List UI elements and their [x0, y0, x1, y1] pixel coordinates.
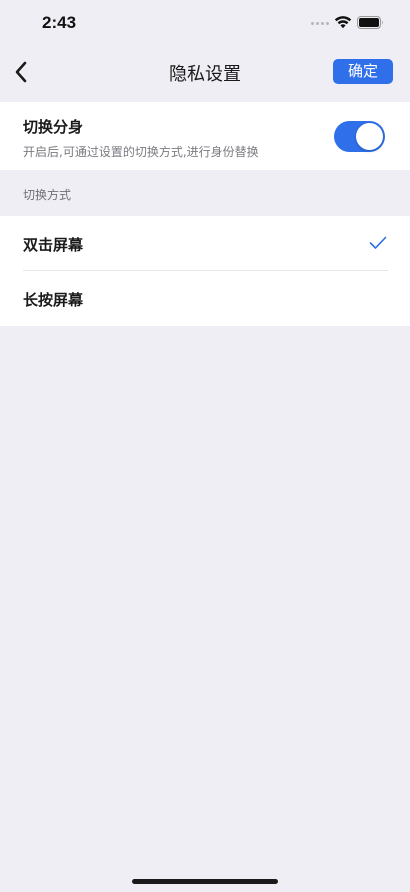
status-bar: 2:43 [0, 0, 410, 46]
identity-switch-title: 切换分身 [23, 118, 84, 136]
navigation-bar: 隐私设置 确定 [0, 46, 410, 102]
home-indicator [132, 879, 278, 884]
status-time: 2:43 [42, 13, 77, 32]
identity-switch-description: 开启后,可通过设置的切换方式,进行身份替换 [23, 145, 259, 159]
wifi-icon [334, 16, 352, 29]
switch-mode-section-header: 切换方式 [23, 188, 72, 202]
battery-icon [357, 16, 383, 29]
option-double-tap[interactable]: 双击屏幕 [0, 216, 410, 271]
toggle-knob [356, 123, 383, 150]
identity-switch-toggle[interactable] [334, 121, 385, 152]
identity-switch-row: 切换分身 开启后,可通过设置的切换方式,进行身份替换 [0, 102, 410, 170]
option-label: 长按屏幕 [23, 291, 84, 309]
switch-mode-options: 双击屏幕 长按屏幕 [0, 216, 410, 326]
option-long-press[interactable]: 长按屏幕 [0, 271, 410, 326]
signal-dots-icon [311, 22, 329, 25]
option-label: 双击屏幕 [23, 236, 84, 254]
confirm-button[interactable]: 确定 [333, 59, 393, 84]
checkmark-icon [369, 236, 387, 249]
